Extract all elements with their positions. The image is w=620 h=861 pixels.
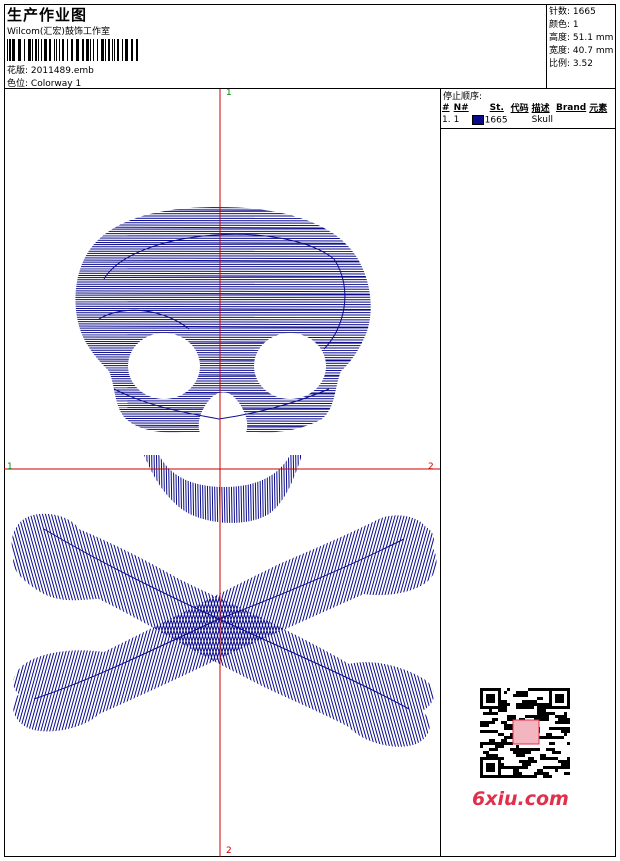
- barcode: [7, 39, 138, 61]
- stop-sequence-panel: 停止顺序: # N# St. 代码 描述 Brand 元素 1. 1 1665 …: [441, 89, 616, 129]
- embroidery-preview: [4, 89, 440, 857]
- colorway-row: 色位: Colorway 1: [7, 76, 81, 89]
- row-element: [589, 114, 610, 126]
- guide-label-top: 1: [226, 89, 232, 98]
- colorway-label: 色位:: [7, 79, 29, 89]
- col-header: N#: [453, 102, 469, 113]
- design-row: 花版: 2011489.emb: [7, 63, 94, 76]
- row-number: 1: [453, 115, 460, 125]
- watermark-text: 6xiu.com: [472, 788, 569, 810]
- page-title: 生产作业图: [7, 6, 88, 24]
- stat-value: 1: [572, 20, 579, 30]
- color-swatch: [471, 114, 484, 125]
- stat-label: 颜色:: [549, 20, 571, 30]
- stat-label: 针数:: [549, 7, 571, 17]
- stats-panel: 针数: 1665 颜色: 1 高度: 51.1 mm 宽度: 40.7 mm 比…: [549, 6, 613, 71]
- stat-label: 比例:: [549, 59, 571, 69]
- stat-width: 宽度: 40.7 mm: [549, 45, 613, 58]
- header: 生产作业图 Wilcom(汇宏)鼓饰工作室 花版: 2011489.emb 色位…: [4, 4, 616, 89]
- row-code: [511, 114, 532, 126]
- design-label: 花版:: [7, 66, 29, 76]
- row-index: 1.: [442, 115, 451, 125]
- guide-label-left: 1: [7, 462, 13, 472]
- company-name: Wilcom(汇宏)鼓饰工作室: [7, 27, 110, 37]
- col-header: #: [442, 102, 450, 113]
- stat-value: 3.52: [572, 59, 593, 69]
- jaw-stitches: [144, 455, 302, 523]
- qr-code-watermark: 6xiu.com: [470, 680, 586, 810]
- stat-value: 51.1 mm: [572, 33, 614, 43]
- col-header: 代码: [510, 104, 529, 114]
- stat-stitches: 针数: 1665: [549, 6, 613, 19]
- table-header-row: # N# St. 代码 描述 Brand 元素: [442, 101, 610, 115]
- row-description: Skull: [531, 115, 553, 125]
- col-header: 描述: [531, 104, 550, 114]
- header-info: 生产作业图 Wilcom(汇宏)鼓饰工作室 花版: 2011489.emb 色位…: [4, 4, 547, 89]
- row-brand: [556, 114, 589, 126]
- colorway-value: Colorway 1: [30, 79, 82, 89]
- stat-scale: 比例: 3.52: [549, 58, 613, 71]
- guide-label-right: 2: [428, 462, 434, 472]
- table-row: 1. 1 1665 Skull: [442, 114, 610, 126]
- col-header: St.: [489, 102, 504, 113]
- stat-value: 40.7 mm: [572, 46, 614, 56]
- col-header: 元素: [589, 104, 608, 114]
- guide-label-bottom: 2: [226, 846, 232, 856]
- stat-label: 高度:: [549, 33, 571, 43]
- col-header: Brand: [555, 102, 587, 113]
- stat-colors: 颜色: 1: [549, 19, 613, 32]
- design-value: 2011489.emb: [30, 66, 94, 76]
- row-stitches: 1665: [471, 114, 511, 126]
- row-stitch-count: 1665: [484, 115, 508, 126]
- stat-label: 宽度:: [549, 46, 571, 56]
- stat-value: 1665: [572, 7, 596, 17]
- stat-height: 高度: 51.1 mm: [549, 32, 613, 45]
- design-canvas: 1 1 2 2: [4, 89, 441, 857]
- bone-stitches-1: [11, 513, 434, 747]
- stop-sequence-table: # N# St. 代码 描述 Brand 元素 1. 1 1665 Skull: [442, 101, 610, 126]
